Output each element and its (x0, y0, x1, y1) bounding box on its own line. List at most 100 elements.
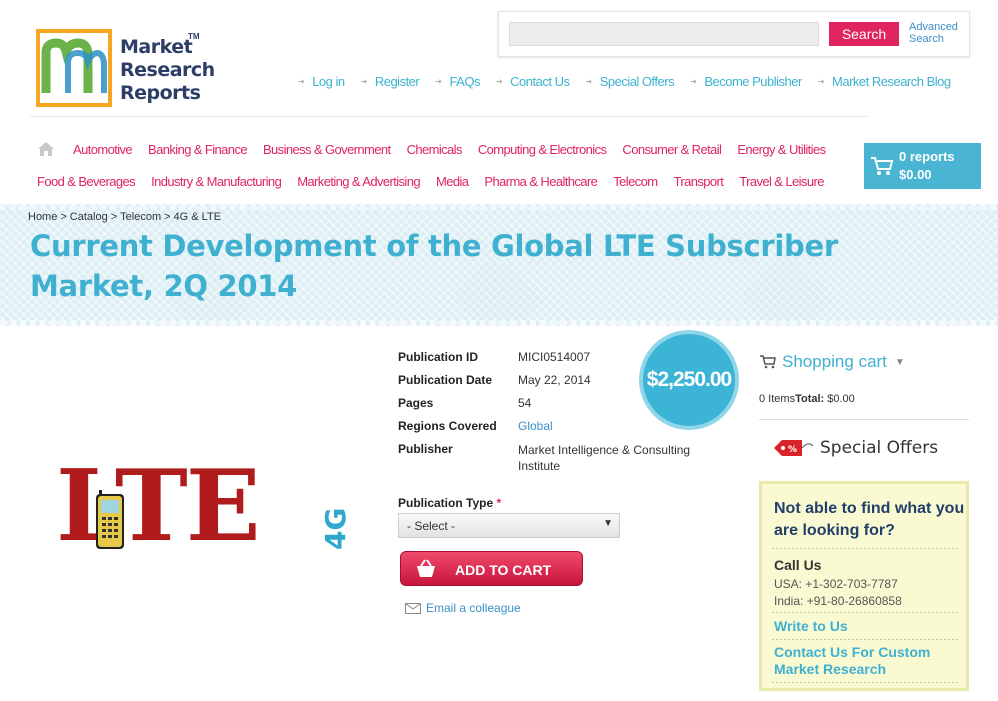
write-to-us-link[interactable]: Write to Us (774, 618, 848, 635)
svg-text:%: % (788, 445, 797, 455)
breadcrumb-catalog[interactable]: Catalog (70, 211, 108, 223)
top-link-special-offers[interactable]: ➜ Special Offers (585, 74, 674, 89)
sidebar-divider (759, 419, 969, 420)
product-image-badge: 4G (319, 507, 352, 550)
advanced-search-link[interactable]: Advanced Search (909, 21, 969, 45)
category-nav-row-1: Automotive Banking & Finance Business & … (73, 142, 826, 157)
publication-type-select[interactable]: - Select - ▼ (398, 513, 620, 538)
top-link-login[interactable]: ➜ Log in (298, 74, 345, 89)
regions-link[interactable]: Global (518, 419, 553, 433)
category-computing-electronics[interactable]: Computing & Electronics (478, 142, 607, 157)
arrow-icon: ➜ (298, 77, 305, 86)
search-panel: Search Advanced Search (498, 11, 970, 57)
logo-m-glyph-icon (41, 38, 107, 93)
top-link-faqs[interactable]: ➜ FAQs (435, 74, 480, 89)
basket-icon (417, 559, 435, 577)
header-cart-button[interactable]: 0 reports $0.00 (864, 143, 981, 189)
category-marketing-advertising[interactable]: Marketing & Advertising (297, 174, 420, 189)
phone-icon (96, 490, 124, 549)
regions-label: Regions Covered (398, 419, 497, 433)
category-transport[interactable]: Transport (674, 174, 724, 189)
cart-total-label: Total: (795, 393, 825, 405)
usa-phone: USA: +1-302-703-7787 (774, 577, 898, 591)
arrow-icon: ➜ (585, 77, 592, 86)
arrow-icon: ➜ (435, 77, 442, 86)
category-consumer-retail[interactable]: Consumer & Retail (622, 142, 722, 157)
top-links: ➜ Log in ➜ Register ➜ FAQs ➜ Contact Us ➜ Spe… (298, 74, 951, 89)
arrow-icon: ➜ (495, 77, 503, 86)
add-to-cart-button[interactable]: ADD TO CART (400, 551, 583, 586)
breadcrumb-4g-lte[interactable]: 4G & LTE (174, 211, 221, 223)
shopping-cart-toggle[interactable]: Shopping cart ▼ (760, 352, 905, 372)
arrow-icon: ➜ (360, 77, 368, 86)
search-input[interactable] (509, 22, 819, 46)
cart-report-count: 0 reports (899, 149, 955, 164)
cart-icon (760, 355, 776, 369)
banner-top-edge (0, 204, 998, 210)
breadcrumb-telecom[interactable]: Telecom (120, 211, 161, 223)
logo-trademark: TM (188, 32, 200, 41)
top-link-contact[interactable]: ➜ Contact Us (496, 74, 570, 89)
pages-label: Pages (398, 396, 434, 410)
top-link-register[interactable]: ➜ Register (361, 74, 420, 89)
top-link-blog[interactable]: ➜ Market Research Blog (818, 74, 951, 89)
category-chemicals[interactable]: Chemicals (407, 142, 463, 157)
publication-date-label: Publication Date (398, 373, 493, 387)
call-us-heading: Call Us (774, 557, 822, 573)
cart-total-value: $0.00 (827, 393, 855, 405)
category-banking-finance[interactable]: Banking & Finance (148, 142, 248, 157)
publisher-label: Publisher (398, 442, 453, 456)
cart-summary: 0 ItemsTotal: $0.00 (759, 393, 855, 405)
dropdown-caret-icon: ▼ (603, 518, 613, 529)
cart-items-count: 0 Items (759, 393, 796, 405)
header-divider (30, 116, 868, 117)
category-industry-manufacturing[interactable]: Industry & Manufacturing (151, 174, 282, 189)
category-telecom[interactable]: Telecom (613, 174, 658, 189)
product-image: LTE 4G (56, 452, 366, 570)
banner-bottom-edge (0, 320, 998, 326)
category-energy-utilities[interactable]: Energy & Utilities (737, 142, 826, 157)
envelope-icon (405, 602, 421, 614)
email-colleague-link[interactable]: Email a colleague (405, 601, 521, 615)
help-separator (772, 639, 958, 640)
category-nav-row-2: Food & Beverages Industry & Manufacturin… (37, 174, 824, 189)
contact-custom-research-link[interactable]: Contact Us For Custom Market Research (774, 644, 964, 678)
home-icon[interactable] (37, 141, 55, 157)
arrow-icon: ➜ (817, 77, 825, 86)
logo-text: Market Research Reports (120, 36, 215, 104)
help-title: Not able to find what you are looking fo… (774, 500, 965, 539)
cart-icon (871, 157, 894, 175)
cart-total: $0.00 (899, 167, 932, 182)
special-offers-link[interactable]: % Special Offers (772, 437, 938, 459)
category-media[interactable]: Media (436, 174, 469, 189)
product-image-text: LTE (56, 449, 261, 564)
arrow-icon: ➜ (690, 77, 697, 86)
help-separator (772, 548, 958, 549)
publication-type-label: Publication Type * (398, 496, 502, 510)
pages-value: 54 (518, 396, 532, 410)
chevron-down-icon: ▼ (894, 356, 905, 368)
help-separator (772, 682, 958, 683)
publication-date-value: May 22, 2014 (518, 373, 591, 387)
help-box: Not able to find what you are looking fo… (759, 481, 969, 691)
site-logo[interactable]: Market Research Reports TM (36, 28, 215, 110)
publication-id-value: MICI0514007 (518, 350, 591, 364)
category-travel-leisure[interactable]: Travel & Leisure (739, 174, 824, 189)
category-automotive[interactable]: Automotive (73, 142, 133, 157)
help-separator (772, 612, 958, 613)
category-food-beverages[interactable]: Food & Beverages (37, 174, 136, 189)
publication-id-label: Publication ID (398, 350, 479, 364)
top-link-become-publisher[interactable]: ➜ Become Publisher (690, 74, 802, 89)
category-business-government[interactable]: Business & Government (263, 142, 391, 157)
category-pharma-healthcare[interactable]: Pharma & Healthcare (484, 174, 597, 189)
breadcrumb-home[interactable]: Home (28, 211, 57, 223)
india-phone: India: +91-80-26860858 (774, 594, 902, 608)
price-badge: $2,250.00 (639, 330, 739, 430)
discount-tag-icon: % (774, 440, 814, 456)
page-title: Current Development of the Global LTE Su… (30, 229, 838, 303)
logo-mark-icon (36, 29, 112, 107)
required-mark: * (496, 496, 502, 510)
search-button[interactable]: Search (829, 22, 899, 46)
publisher-value: Market Intelligence & Consulting Institu… (518, 443, 691, 473)
breadcrumb: Home > Catalog > Telecom >4G & LTE (28, 211, 222, 223)
